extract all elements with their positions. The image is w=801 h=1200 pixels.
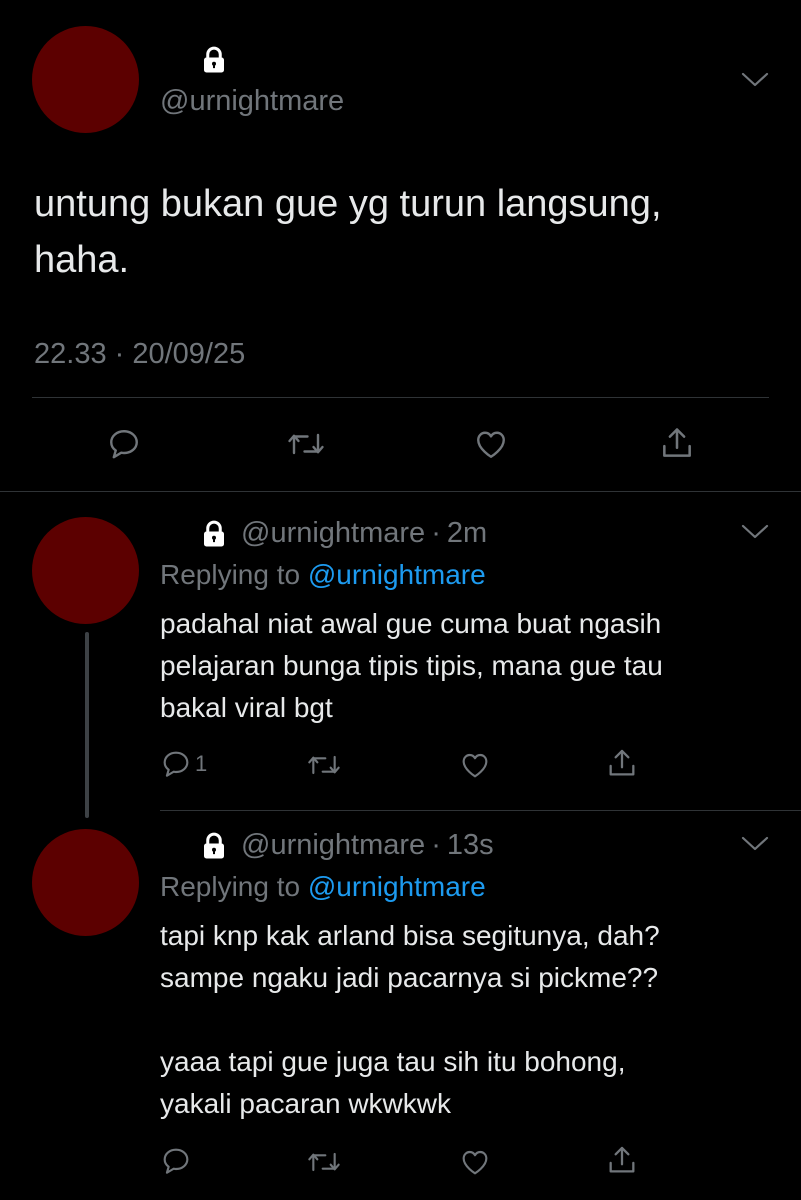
chevron-down-icon[interactable] (740, 522, 770, 542)
lock-icon (199, 45, 229, 75)
chevron-down-icon[interactable] (740, 834, 770, 854)
chevron-down-icon[interactable] (740, 70, 770, 90)
like-icon (477, 431, 505, 458)
reply-header: @urnightmare · 13s (199, 829, 494, 862)
reply-icon (163, 1148, 189, 1174)
like-button[interactable] (472, 426, 510, 462)
share-icon (609, 749, 635, 776)
tweet-handle[interactable]: @urnightmare (160, 87, 344, 116)
lock-icon (199, 519, 229, 549)
replying-prefix: Replying to (160, 559, 301, 590)
tweet-timestamp[interactable]: 22.33 · 20/09/25 (34, 338, 245, 371)
tweet-time[interactable]: 13s (447, 829, 494, 862)
share-button[interactable] (605, 746, 639, 780)
reply-button[interactable] (106, 426, 142, 462)
mention-link[interactable]: @urnightmare (308, 871, 486, 902)
separator: · (431, 829, 441, 861)
share-icon (609, 1146, 635, 1173)
tweet-handle[interactable]: @urnightmare (241, 517, 425, 550)
avatar[interactable] (32, 829, 139, 936)
tweet-time[interactable]: 2m (447, 517, 487, 550)
lock-icon (199, 831, 229, 861)
reply-icon (110, 430, 138, 459)
tweet-handle[interactable]: @urnightmare (241, 829, 425, 862)
separator: · (431, 517, 441, 549)
reply-icon (163, 751, 189, 777)
tweet-text: tapi knp kak arland bisa segitunya, dah?… (160, 920, 660, 1119)
avatar[interactable] (32, 26, 139, 133)
retweet-icon (288, 433, 324, 455)
replying-prefix: Replying to (160, 871, 301, 902)
reply-count: 1 (195, 751, 208, 776)
divider (32, 397, 769, 398)
replying-to: Replying to @urnightmare (160, 871, 486, 903)
thread-line (85, 632, 89, 818)
share-icon (663, 428, 691, 457)
divider (0, 491, 801, 492)
avatar[interactable] (32, 517, 139, 624)
retweet-icon (308, 755, 340, 775)
retweet-button[interactable] (286, 426, 326, 462)
retweet-icon (308, 1152, 340, 1172)
like-button[interactable] (458, 1146, 492, 1178)
like-icon (462, 1150, 488, 1175)
like-icon (462, 753, 488, 778)
tweet-text: untung bukan gue yg turun langsung, haha… (34, 183, 662, 281)
replying-to: Replying to @urnightmare (160, 559, 486, 591)
reply-button[interactable]: 1 (160, 748, 207, 780)
mention-link[interactable]: @urnightmare (308, 559, 486, 590)
tweet-text: padahal niat awal gue cuma buat ngasih p… (160, 608, 663, 723)
like-button[interactable] (458, 749, 492, 781)
share-button[interactable] (658, 424, 696, 462)
reply-header: @urnightmare · 2m (199, 517, 487, 550)
retweet-button[interactable] (306, 1146, 342, 1178)
divider (160, 810, 801, 811)
share-button[interactable] (605, 1143, 639, 1177)
reply-button[interactable] (160, 1145, 195, 1177)
retweet-button[interactable] (306, 749, 342, 781)
